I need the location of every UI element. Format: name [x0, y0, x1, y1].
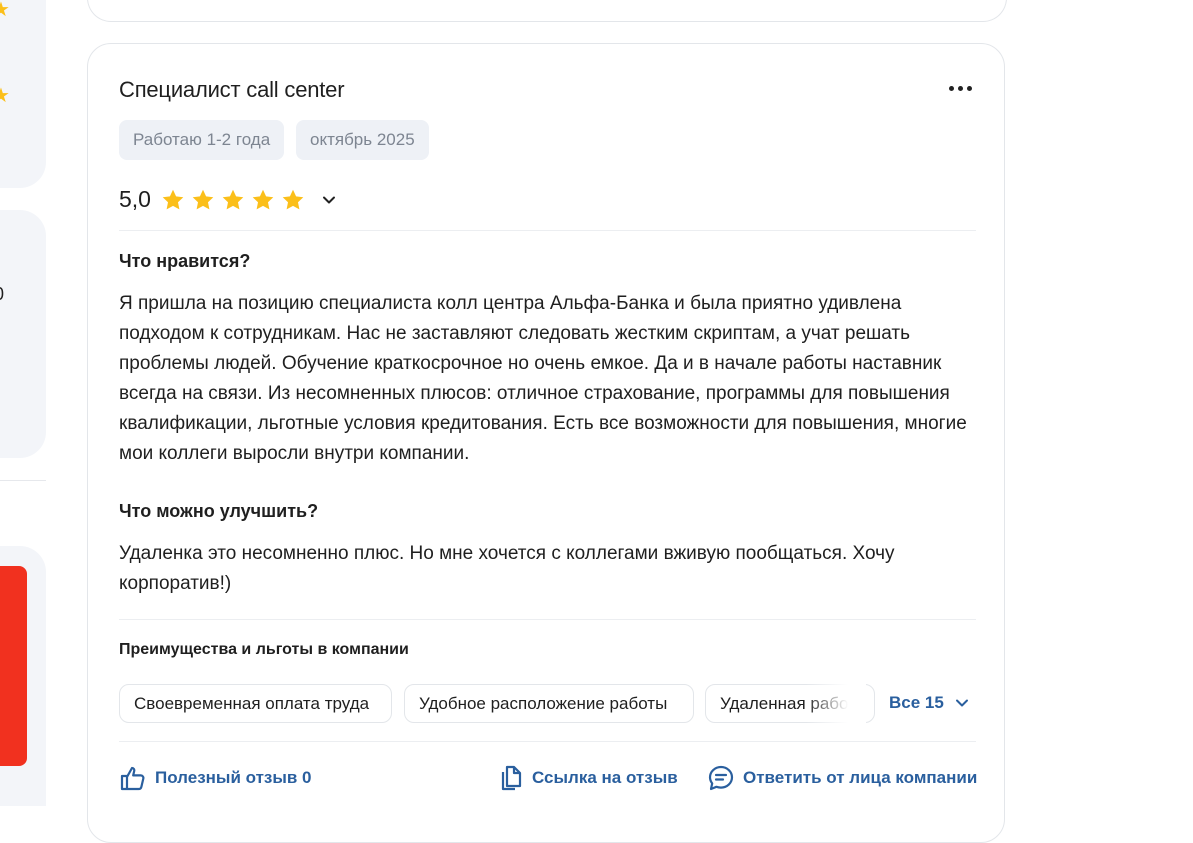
more-dot-icon [966, 85, 972, 91]
star-icon [162, 189, 184, 209]
benefits-heading: Преимущества и льготы в компании [119, 641, 409, 658]
sidebar-divider [0, 480, 46, 481]
reply-label: Ответить от лица компании [743, 768, 978, 787]
chips-fade-overlay [806, 684, 866, 723]
reply-as-company-button[interactable]: Ответить от лица компании [707, 764, 977, 792]
previous-review-card [87, 0, 1007, 22]
pros-text: Я пришла на позицию специалиста колл цен… [119, 293, 967, 464]
show-all-label: Все 15 [889, 693, 944, 712]
promo-banner[interactable] [0, 566, 27, 766]
star-icon [192, 189, 214, 209]
star-icon: ★ [0, 0, 10, 21]
sidebar-card-middle [0, 210, 46, 458]
more-options-button[interactable] [944, 76, 976, 100]
copy-icon [501, 765, 522, 791]
cons-text: Удаленка это несомненно плюс. Но мне хоч… [119, 543, 895, 594]
thumbs-up-icon [120, 766, 145, 791]
pros-heading: Что нравится? [119, 251, 251, 271]
rating-row: 5,0 [119, 186, 339, 213]
star-icon: ★ [0, 85, 10, 107]
sidebar-value: 0 [0, 284, 4, 305]
cons-heading: Что можно улучшить? [119, 501, 319, 521]
tenure-badge: Работаю 1-2 года [119, 120, 285, 160]
date-badge: октябрь 2025 [296, 120, 429, 160]
benefit-chip: Своевременная оплата труда [119, 684, 392, 723]
divider [119, 741, 976, 742]
review-link-button[interactable]: Ссылка на отзыв [498, 764, 678, 792]
link-label: Ссылка на отзыв [532, 768, 678, 787]
more-dot-icon [957, 85, 963, 91]
rating-value: 5,0 [119, 186, 151, 212]
review-title: Специалист call center [119, 77, 345, 102]
more-dot-icon [948, 85, 954, 91]
star-icon [282, 189, 304, 209]
helpful-review-button[interactable]: Полезный отзыв 0 [119, 764, 312, 792]
helpful-label: Полезный отзыв 0 [155, 768, 312, 787]
chat-icon [708, 765, 734, 791]
star-icon [252, 189, 274, 209]
divider [119, 619, 976, 620]
divider [119, 230, 976, 231]
show-all-benefits-button[interactable]: Все 15 [889, 693, 970, 713]
chevron-down-icon[interactable] [319, 190, 339, 210]
benefit-chip: Удобное расположение работы [404, 684, 694, 723]
rating-stars [161, 188, 305, 212]
star-icon [222, 189, 244, 209]
chevron-down-icon [955, 699, 968, 707]
